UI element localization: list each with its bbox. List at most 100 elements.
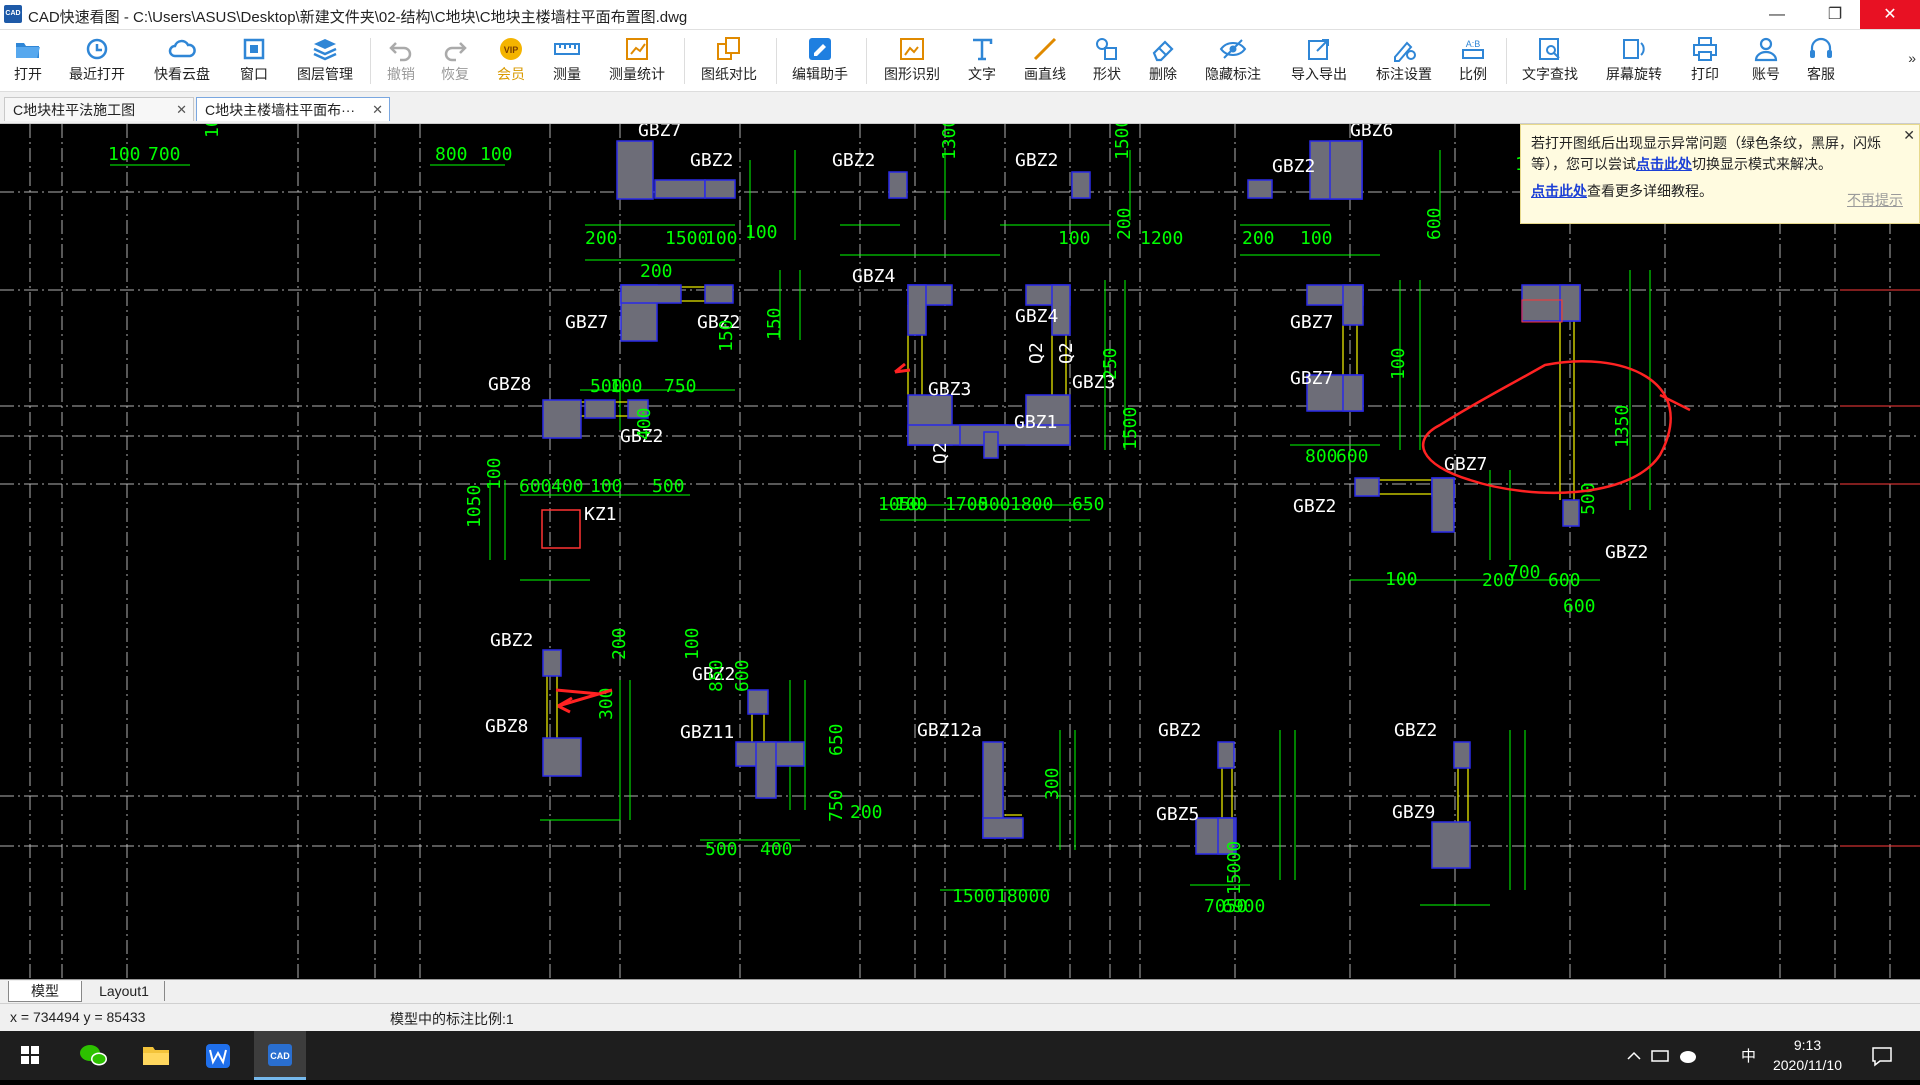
dont-show-again-link[interactable]: 不再提示 xyxy=(1847,190,1903,211)
status-bar: x = 734494 y = 85433 模型中的标注比例:1 xyxy=(0,1003,1920,1031)
tab-close-icon[interactable]: ✕ xyxy=(176,98,187,121)
dimension-text: 500 xyxy=(652,476,685,497)
title-bar: CAD CAD快速看图 - C:\Users\ASUS\Desktop\新建文件… xyxy=(0,0,1920,30)
notification-icon[interactable] xyxy=(1870,1045,1894,1067)
display-mode-notice: 若打开图纸后出现显示异常问题（绿色条纹，黑屏，闪烁等），您可以尝试点击此处切换显… xyxy=(1520,124,1920,224)
toolbar-undo-button[interactable]: 撤销 xyxy=(378,30,424,90)
toolbar-rotate-screen-button[interactable]: 屏幕旋转 xyxy=(1598,30,1670,90)
toolbar-compare-button[interactable]: 图纸对比 xyxy=(692,30,766,90)
minimize-button[interactable]: — xyxy=(1754,0,1800,29)
dimension-text: 15000 xyxy=(1224,841,1245,895)
toolbar-window-button[interactable]: 窗口 xyxy=(230,30,278,90)
eraser-icon xyxy=(1152,40,1174,62)
svg-text:VIP: VIP xyxy=(504,45,519,55)
dimension-text: 1350 xyxy=(1612,405,1633,448)
column xyxy=(704,284,734,304)
tab-layout1[interactable]: Layout1 xyxy=(84,981,165,1001)
dimension-text: 200 xyxy=(640,261,673,282)
toolbar-redo-button[interactable]: 恢复 xyxy=(432,30,478,90)
toolbar-measure-stats-button[interactable]: 测量统计 xyxy=(600,30,674,90)
toolbar-annotation-settings-button[interactable]: 标注设置 xyxy=(1368,30,1440,90)
drawing-label: GBZ4 xyxy=(852,266,895,287)
tab-column-plan[interactable]: C地块柱平法施工图 ✕ xyxy=(4,97,194,121)
toolbar-print-button[interactable]: 打印 xyxy=(1682,30,1728,90)
toolbar-open-button[interactable]: 打开 xyxy=(0,30,56,90)
dimension-text: 1200 xyxy=(1140,228,1183,249)
dimension-text: 100 xyxy=(682,627,703,660)
cad-drawing[interactable]: GBZ7 GBZ2 GBZ2 GBZ2 GBZ6 GBZ2 GBZ4 GBZ7 GBZ2 GBZ4… xyxy=(0,124,1920,979)
toolbar-measure-button[interactable]: 测量 xyxy=(544,30,590,90)
dimension-text: 200 xyxy=(850,802,883,823)
undo-icon xyxy=(389,42,412,62)
dimension-text: 1300 xyxy=(939,124,960,160)
toolbar-more-button[interactable]: » xyxy=(1908,50,1916,66)
taskbar-cad-viewer[interactable]: CAD xyxy=(254,1031,306,1080)
toolbar-shapes-button[interactable]: 形状 xyxy=(1082,30,1132,90)
dimension-text: 18000 xyxy=(996,886,1050,907)
window-icon xyxy=(243,38,265,60)
drawing-canvas[interactable]: GBZ7 GBZ2 GBZ2 GBZ2 GBZ6 GBZ2 GBZ4 GBZ7 GBZ2 GBZ4… xyxy=(0,124,1920,979)
toolbar-recent-button[interactable]: 最近打开 xyxy=(62,30,132,90)
dimension-text: 200 xyxy=(1114,207,1135,240)
toolbar-hide-annotation-button[interactable]: 隐藏标注 xyxy=(1196,30,1270,90)
toolbar-layers-button[interactable]: 图层管理 xyxy=(290,30,360,90)
drawing-label: GBZ7 xyxy=(1290,368,1333,389)
dimension-text: 1500 xyxy=(952,886,995,907)
dimension-text: 800 xyxy=(435,144,468,165)
switch-display-mode-link[interactable]: 点击此处 xyxy=(1636,156,1692,172)
tutorial-link[interactable]: 点击此处 xyxy=(1531,183,1587,199)
taskbar-wechat[interactable] xyxy=(68,1031,120,1080)
column-outline xyxy=(541,509,581,549)
dimension-text: 750 xyxy=(664,376,697,397)
dimension-text: 100 xyxy=(590,476,623,497)
column xyxy=(1329,140,1363,200)
taskbar-file-explorer[interactable] xyxy=(130,1031,182,1080)
toolbar-draw-line-button[interactable]: 画直线 xyxy=(1016,30,1074,90)
column xyxy=(755,741,777,799)
annotation-settings-icon xyxy=(1394,41,1416,62)
drawing-label: GBZ2 xyxy=(490,630,533,651)
drawing-label: GBZ2 xyxy=(1158,720,1201,741)
layout-tab-bar: 模型 Layout1 xyxy=(0,979,1920,1003)
toolbar-import-export-button[interactable]: 导入导出 xyxy=(1282,30,1356,90)
dimension-text: 850 xyxy=(706,659,727,692)
taskbar-wps[interactable] xyxy=(192,1031,244,1080)
restore-button[interactable]: ❐ xyxy=(1812,0,1858,29)
tab-model[interactable]: 模型 xyxy=(8,981,82,1002)
shapes-icon xyxy=(1096,38,1117,60)
redo-icon xyxy=(444,42,467,62)
drawing-label: GBZ7 xyxy=(638,124,681,141)
toolbar-text-button[interactable]: 文字 xyxy=(958,30,1006,90)
toolbar-cloud-button[interactable]: 快看云盘 xyxy=(146,30,218,90)
tab-close-icon[interactable]: ✕ xyxy=(372,98,383,121)
tray-wechat-icon xyxy=(1680,1051,1696,1063)
line-icon xyxy=(1033,37,1057,61)
toolbar-shape-recognize-button[interactable]: 图形识别 xyxy=(874,30,950,90)
drawing-label: GBZ7 xyxy=(1290,312,1333,333)
toolbar-support-button[interactable]: 客服 xyxy=(1798,30,1844,90)
toolbar-text-search-button[interactable]: 文字查找 xyxy=(1514,30,1586,90)
windows-start-icon xyxy=(21,1046,39,1064)
text-icon xyxy=(973,38,993,61)
column xyxy=(1453,741,1471,769)
toolbar-account-button[interactable]: 账号 xyxy=(1744,30,1788,90)
notice-close-icon[interactable]: ✕ xyxy=(1903,125,1915,146)
toolbar-edit-assistant-button[interactable]: 编辑助手 xyxy=(784,30,856,90)
toolbar-separator xyxy=(684,38,685,84)
dimension-text: 6900 xyxy=(1222,896,1265,917)
toolbar-delete-button[interactable]: 删除 xyxy=(1140,30,1186,90)
clock[interactable]: 9:13 2020/11/10 xyxy=(1773,1035,1842,1075)
column xyxy=(1562,499,1580,527)
dimension-text: 100 xyxy=(1388,347,1409,380)
cloud-icon xyxy=(168,39,196,58)
tab-wall-column-plan[interactable]: C地块主楼墙柱平面布··· ✕ xyxy=(196,97,390,121)
start-button[interactable] xyxy=(4,1031,56,1080)
scale-icon: A:B xyxy=(1462,39,1484,59)
close-button[interactable]: ✕ xyxy=(1860,0,1920,29)
dimension-text: 600 xyxy=(1548,570,1581,591)
toolbar-vip-button[interactable]: VIP 会员 xyxy=(488,30,534,90)
print-icon xyxy=(1693,37,1717,61)
system-tray[interactable] xyxy=(1622,1043,1712,1069)
toolbar-scale-button[interactable]: A:B 比例 xyxy=(1450,30,1496,90)
input-method-indicator[interactable]: 中 xyxy=(1741,1045,1756,1066)
